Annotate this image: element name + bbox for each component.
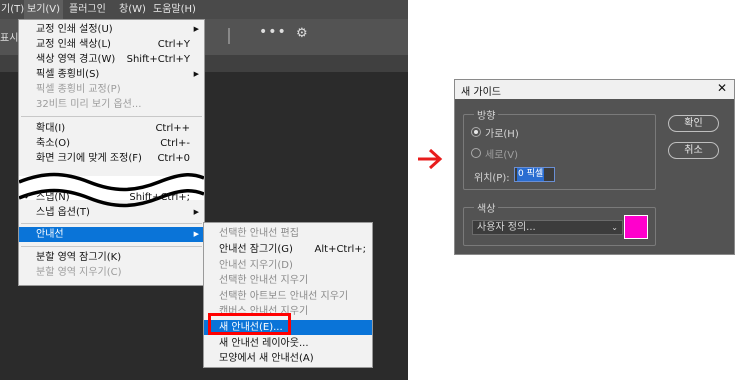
menu-separator xyxy=(21,223,202,224)
submenu-arrow-icon: ▶ xyxy=(193,208,199,216)
menu-help[interactable]: 도움말(H) xyxy=(150,0,199,19)
chevron-down-icon: ⌄ xyxy=(611,223,618,232)
vertical-label[interactable]: 세로(V) xyxy=(485,146,518,161)
submenu-item-edit-selected-guides: 선택한 안내선 편집 xyxy=(219,228,299,239)
menu-item-pixel-aspect-correction: 픽셀 종횡비 교정(P) xyxy=(36,84,121,95)
menu-item-zoom-in[interactable]: 확대(I) Ctrl++ xyxy=(19,121,204,136)
position-input[interactable]: 0 픽셀 xyxy=(514,167,555,182)
options-divider xyxy=(228,28,230,44)
color-swatch[interactable] xyxy=(624,215,648,239)
position-value: 0 픽셀 xyxy=(517,168,545,181)
close-icon[interactable]: ✕ xyxy=(717,81,727,95)
submenu-arrow-icon: ▶ xyxy=(193,70,199,78)
menu-item-clear-slices: 분할 영역 지우기(C) xyxy=(36,267,122,278)
more-options-button[interactable]: ••• xyxy=(259,24,287,40)
menu-separator xyxy=(21,116,202,117)
color-select-value: 사용자 정의... xyxy=(477,222,536,233)
menu-window[interactable]: 창(W) xyxy=(116,0,149,19)
menu-item-snap-options[interactable]: 스냅 옵션(T) ▶ xyxy=(19,205,204,220)
orientation-label: 방향 xyxy=(474,107,499,122)
dialog-title: 새 가이드 xyxy=(461,87,501,98)
horizontal-label[interactable]: 가로(H) xyxy=(485,125,519,140)
menu-item-lock-slices[interactable]: 분할 영역 잠그기(K) xyxy=(19,250,204,265)
guides-submenu: 선택한 안내선 편집 안내선 잠그기(G) Alt+Ctrl+; 안내선 지우기… xyxy=(203,222,373,368)
photoshop-screenshot: 기(T) 보기(V) 플러그인 창(W) 도움말(H) 표시 ••• ⚙ 교정 … xyxy=(0,0,408,380)
right-arrow-icon xyxy=(418,148,443,170)
vertical-radio[interactable] xyxy=(471,148,481,158)
options-bar-label: 표시 xyxy=(0,33,19,44)
submenu-arrow-icon: ▶ xyxy=(193,25,199,33)
menu-item-zoom-out[interactable]: 축소(O) Ctrl+- xyxy=(19,136,204,151)
submenu-item-clear-guides: 안내선 지우기(D) xyxy=(219,260,293,271)
menu-item-gamut-warning[interactable]: 색상 영역 경고(W) Shift+Ctrl+Y xyxy=(19,52,204,67)
position-label: 위치(P): xyxy=(474,173,510,184)
menu-item-snap[interactable]: ✔ 스냅(N) Shift+Ctrl+; xyxy=(19,190,204,205)
cancel-button[interactable]: 취소 xyxy=(668,142,719,159)
color-label: 색상 xyxy=(474,200,499,215)
menu-item-proof-setup[interactable]: 교정 인쇄 설정(U) ▶ xyxy=(19,22,204,37)
menu-view[interactable]: 보기(V) xyxy=(24,0,64,19)
color-select[interactable]: 사용자 정의... ⌄ xyxy=(472,220,623,235)
ok-button[interactable]: 확인 xyxy=(668,115,719,132)
submenu-item-clear-selected-guides: 선택한 안내선 지우기 xyxy=(219,275,309,286)
submenu-item-new-guide-layout[interactable]: 새 안내선 레이아웃... xyxy=(204,336,372,351)
submenu-item-new-guides-from-shape[interactable]: 모양에서 새 안내선(A) xyxy=(204,351,372,366)
menu-item-proof-colors[interactable]: 교정 인쇄 색상(L) Ctrl+Y xyxy=(19,37,204,52)
menu-bar: 기(T) 보기(V) 플러그인 창(W) 도움말(H) xyxy=(0,0,408,19)
menu-separator xyxy=(21,246,202,247)
horizontal-radio[interactable] xyxy=(471,127,481,137)
menu-item-fit-screen[interactable]: 화면 크기에 맞게 조정(F) Ctrl+0 xyxy=(19,151,204,166)
submenu-item-clear-artboard-guides: 선택한 아트보드 안내선 지우기 xyxy=(219,291,349,302)
highlight-callout-box xyxy=(208,313,291,335)
checkmark-icon: ✔ xyxy=(24,192,32,202)
menu-plugins[interactable]: 플러그인 xyxy=(66,0,109,19)
new-guide-dialog: 새 가이드 ✕ 방향 가로(H) 세로(V) 위치(P): 0 픽셀 색상 사용… xyxy=(454,79,735,255)
submenu-item-lock-guides[interactable]: 안내선 잠그기(G) Alt+Ctrl+; xyxy=(204,242,372,257)
dialog-title-bar: 새 가이드 ✕ xyxy=(455,80,734,99)
menu-item-guides[interactable]: 안내선 ▶ xyxy=(19,227,204,242)
gear-icon[interactable]: ⚙ xyxy=(296,26,308,41)
menu-item-32bit-preview: 32비트 미리 보기 옵션... xyxy=(36,99,142,110)
view-menu: 교정 인쇄 설정(U) ▶ 교정 인쇄 색상(L) Ctrl+Y 색상 영역 경… xyxy=(18,19,205,286)
menu-item-pixel-aspect[interactable]: 픽셀 종횡비(S) ▶ xyxy=(19,67,204,82)
submenu-arrow-icon: ▶ xyxy=(193,230,199,238)
